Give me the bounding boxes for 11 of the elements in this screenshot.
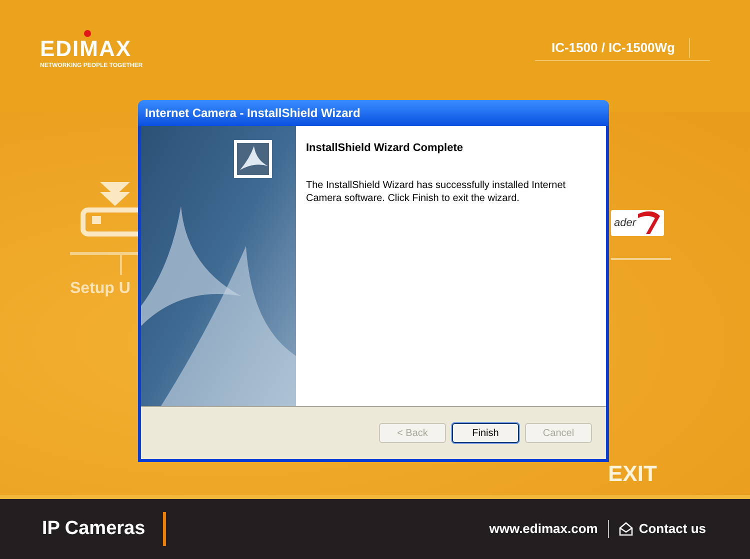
wizard-button[interactable]: Finish (452, 423, 519, 443)
wizard-heading: InstallShield Wizard Complete (306, 141, 464, 156)
envelope-icon[interactable] (618, 522, 633, 536)
wizard-logo-icon (234, 140, 272, 178)
reader-logo[interactable]: ader (611, 210, 664, 236)
contact-link[interactable]: Contact us (638, 519, 706, 539)
website-link[interactable]: www.edimax.com (489, 519, 598, 539)
wizard-message: The InstallShield Wizard has successfully installed Internet Camera software. Click Finish to exit the wizard. (306, 178, 567, 204)
model-label: IC-1500 / IC-1500Wg (551, 39, 676, 58)
dialog-title: Internet Camera - InstallShield Wizard (145, 105, 360, 122)
footer-title: IP Cameras (42, 516, 146, 541)
